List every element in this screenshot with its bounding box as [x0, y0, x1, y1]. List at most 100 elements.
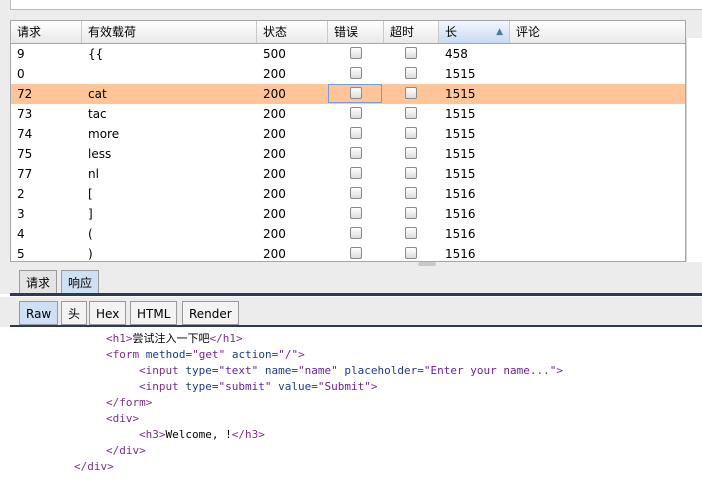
timeout-checkbox[interactable] [405, 87, 417, 99]
cell-status: 500 [263, 47, 286, 61]
cell-payload: ] [88, 207, 93, 221]
timeout-checkbox[interactable] [405, 187, 417, 199]
cell-request: 0 [17, 67, 25, 81]
cell-length: 1515 [445, 87, 476, 101]
col-header-error[interactable]: 错误 [328, 21, 384, 43]
results-area: 请求 有效载荷 状态 错误 超时 长 ▲ 评论 9 {{ 500 458 0 200 151… [0, 18, 702, 278]
cell-status: 200 [263, 67, 286, 81]
col-header-status[interactable]: 状态 [257, 21, 328, 43]
error-checkbox[interactable] [350, 247, 362, 259]
table-row[interactable]: 74 more 200 1515 [11, 124, 685, 144]
code-line: </form> [106, 396, 153, 409]
timeout-checkbox[interactable] [405, 107, 417, 119]
table-row[interactable]: 73 tac 200 1515 [11, 104, 685, 124]
timeout-checkbox[interactable] [405, 67, 417, 79]
code-line: <h3>Welcome, !</h3> [139, 428, 265, 441]
code-line: <form method="get" action="/"> [106, 348, 305, 361]
error-checkbox[interactable] [350, 47, 362, 59]
sort-ascending-icon: ▲ [496, 27, 503, 37]
timeout-checkbox[interactable] [405, 227, 417, 239]
tab-hex[interactable]: Hex [89, 301, 127, 325]
cell-request: 77 [17, 167, 33, 181]
error-checkbox[interactable] [350, 167, 362, 179]
cell-payload: [ [88, 187, 93, 201]
error-checkbox[interactable] [350, 107, 362, 119]
cell-length: 1515 [445, 107, 476, 121]
cell-request: 4 [17, 227, 25, 241]
results-table[interactable]: 请求 有效载荷 状态 错误 超时 长 ▲ 评论 9 {{ 500 458 0 200 151… [10, 20, 686, 262]
cell-length: 1516 [445, 207, 476, 221]
cell-payload: tac [88, 107, 107, 121]
tab-render[interactable]: Render [182, 301, 239, 325]
cell-length: 1515 [445, 127, 476, 141]
tab-headers[interactable]: 头 [61, 301, 88, 325]
tab-response[interactable]: 响应 [61, 270, 100, 294]
error-checkbox[interactable] [350, 127, 362, 139]
timeout-checkbox[interactable] [405, 47, 417, 59]
col-header-request[interactable]: 请求 [11, 21, 82, 43]
error-checkbox[interactable] [350, 227, 362, 239]
timeout-checkbox[interactable] [405, 127, 417, 139]
timeout-checkbox[interactable] [405, 167, 417, 179]
cell-length: 1515 [445, 167, 476, 181]
col-header-timeout[interactable]: 超时 [384, 21, 439, 43]
tab-html[interactable]: HTML [130, 301, 178, 325]
cell-length: 1516 [445, 227, 476, 241]
code-line: </div> [106, 444, 146, 457]
cell-payload: cat [88, 87, 107, 101]
cell-request: 9 [17, 47, 25, 61]
error-checkbox[interactable] [350, 207, 362, 219]
col-header-length-label: 长 [445, 25, 458, 39]
col-header-payload[interactable]: 有效载荷 [82, 21, 257, 43]
cell-payload: more [88, 127, 120, 141]
timeout-checkbox[interactable] [405, 147, 417, 159]
cell-status: 200 [263, 107, 286, 121]
cell-payload: ) [88, 247, 93, 261]
table-row[interactable]: 0 200 1515 [11, 64, 685, 84]
cell-length: 458 [445, 47, 468, 61]
table-row[interactable]: 5) 200 1516 [11, 244, 685, 261]
cell-request: 3 [17, 207, 25, 221]
cell-status: 200 [263, 207, 286, 221]
tab-raw[interactable]: Raw [19, 301, 59, 325]
error-checkbox[interactable] [350, 147, 362, 159]
cell-length: 1515 [445, 67, 476, 81]
cell-status: 200 [263, 127, 286, 141]
cell-request: 72 [17, 87, 33, 101]
cell-payload: ( [88, 227, 93, 241]
cell-length: 1515 [445, 147, 476, 161]
code-line: <input type="submit" value="Submit"> [139, 380, 378, 393]
table-row[interactable]: 72 cat 200 1515 [11, 84, 685, 104]
tab-request[interactable]: 请求 [19, 270, 58, 294]
table-header: 请求 有效载荷 状态 错误 超时 长 ▲ 评论 [11, 21, 685, 44]
error-checkbox[interactable] [350, 67, 362, 79]
view-tabs: Raw 头 Hex HTML Render [0, 297, 702, 327]
table-row[interactable]: 2 [200 1516 [11, 184, 685, 204]
table-row[interactable]: 4 (200 1516 [11, 224, 685, 244]
cell-request: 75 [17, 147, 33, 161]
message-tabs: 请求 响应 [0, 266, 702, 294]
table-row[interactable]: 77 nl 200 1515 [11, 164, 685, 184]
table-scrollbar[interactable] [686, 38, 702, 278]
table-row[interactable]: 3] 200 1516 [11, 204, 685, 224]
tabs-underline [10, 293, 702, 296]
cell-request: 2 [17, 187, 25, 201]
code-line: <h1>尝试注入一下吧</h1> [106, 332, 243, 345]
timeout-checkbox[interactable] [405, 247, 417, 259]
code-line: <div> [106, 412, 140, 425]
table-row[interactable]: 9 {{ 500 458 [11, 44, 685, 64]
cell-request: 74 [17, 127, 33, 141]
cell-status: 200 [263, 87, 286, 101]
error-checkbox[interactable] [350, 187, 362, 199]
cell-request: 5 [17, 247, 25, 261]
col-header-comment[interactable]: 评论 [510, 21, 685, 43]
cell-status: 200 [263, 167, 286, 181]
col-header-length[interactable]: 长 ▲ [439, 21, 510, 43]
cell-request: 73 [17, 107, 33, 121]
timeout-checkbox[interactable] [405, 207, 417, 219]
table-row[interactable]: 75 less 200 1515 [11, 144, 685, 164]
response-raw-view[interactable]: <h1>尝试注入一下吧</h1> <form method="get" acti… [10, 327, 702, 494]
cell-status: 200 [263, 147, 286, 161]
cell-payload: {{ [88, 47, 104, 61]
cell-length: 1516 [445, 187, 476, 201]
